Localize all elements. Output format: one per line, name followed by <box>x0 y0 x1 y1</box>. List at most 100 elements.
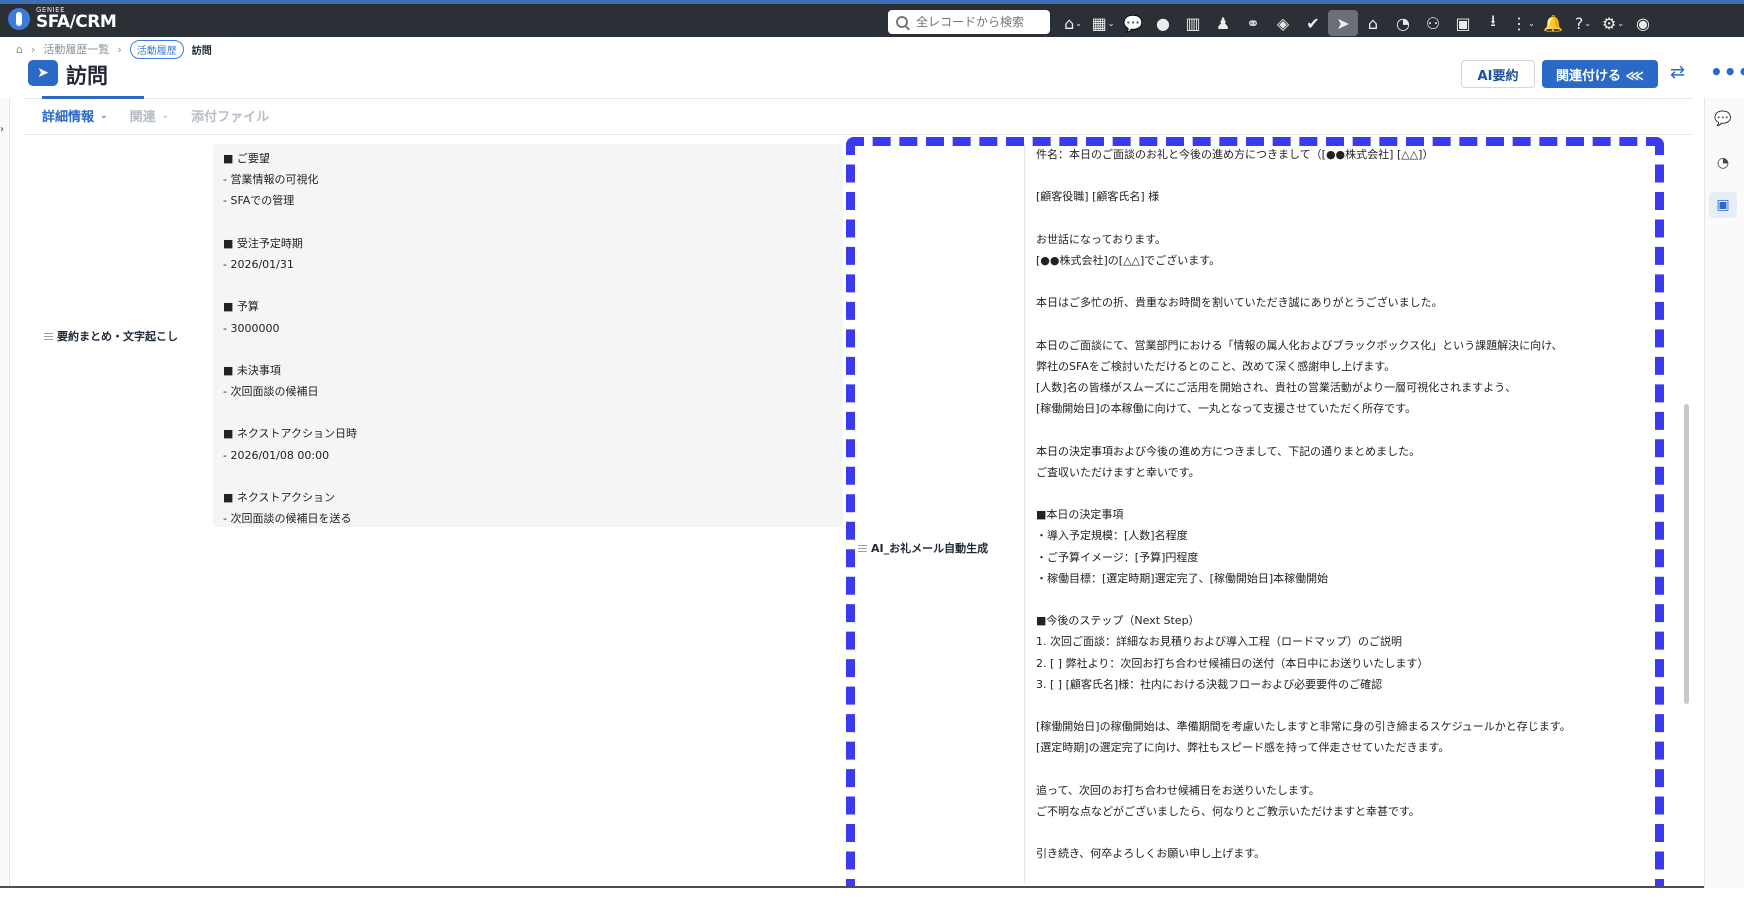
store-icon[interactable]: ⌂ <box>1358 10 1388 36</box>
record-tabs: 詳細情報 ⌄ 関連 ⌄ 添付ファイル <box>42 106 269 125</box>
mail-line <box>1036 483 1646 504</box>
breadcrumb-chip[interactable]: 活動履歴 <box>129 39 184 59</box>
mail-line: 弊社のSFAをご検討いただけるとのこと、改めて深く感謝申し上げます。 <box>1036 359 1396 373</box>
more-horizontal-icon[interactable]: ••• <box>1710 60 1744 84</box>
drag-handle-icon[interactable] <box>44 332 53 340</box>
swap-icon[interactable]: ⇄ <box>1670 62 1685 83</box>
summary-line <box>223 275 833 296</box>
mail-line <box>1036 589 1646 610</box>
summary-line: - 2026/01/08 00:00 <box>223 448 330 462</box>
chart-icon[interactable]: ◔ <box>1388 10 1418 36</box>
breadcrumb-home-icon[interactable]: ⌂ <box>16 43 23 56</box>
bell-icon[interactable]: 🔔 <box>1538 10 1568 36</box>
tab-label: 詳細情報 <box>42 110 95 125</box>
activity-chart-icon[interactable]: ◔ <box>1709 150 1737 176</box>
chat-icon[interactable]: 💬 <box>1118 10 1148 36</box>
summary-label-text: 要約まとめ・文字起こし <box>57 330 178 343</box>
summary-line <box>223 212 833 233</box>
mail-line: 引き続き、何卒よろしくお願い申し上げます。 <box>1036 847 1266 861</box>
check-icon[interactable]: ✔ <box>1298 10 1328 36</box>
app-logo[interactable]: GENIEE SFA/CRM <box>8 7 117 32</box>
visit-record-icon: ➤ <box>28 60 58 86</box>
group-icon[interactable]: ⚇ <box>1418 10 1448 36</box>
chevron-down-icon: ⌄ <box>161 110 170 121</box>
box-icon[interactable]: ◈ <box>1268 10 1298 36</box>
person-icon[interactable]: ♟ <box>1208 10 1238 36</box>
mail-line: ■本日の決定事項 <box>1036 508 1124 522</box>
sidebar-expand-icon[interactable]: › <box>0 124 4 135</box>
comment-icon[interactable]: 💬 <box>1709 106 1737 132</box>
more-vertical-icon[interactable]: ⋮ ⌄ <box>1508 10 1538 36</box>
summary-line: - 次回面談の候補日 <box>223 385 319 399</box>
mail-line <box>1036 822 1646 843</box>
mail-line <box>1036 208 1646 229</box>
summary-line: ■ 未決事項 <box>223 363 281 377</box>
chevron-right-icon: › <box>30 42 36 56</box>
download-icon[interactable]: ⭳ <box>1478 10 1508 36</box>
mail-line: 2. [ ] 弊社より：次回お打ち合わせ候補日の送付（本日中にお送りいたします） <box>1036 656 1429 670</box>
bottom-area <box>0 888 1744 901</box>
drag-handle-icon[interactable] <box>858 544 867 552</box>
settings-icon[interactable]: ⚙ ⌄ <box>1598 10 1628 36</box>
mail-line <box>1036 695 1646 716</box>
summary-field-label: 要約まとめ・文字起こし <box>44 328 178 344</box>
mail-line: ・ご予算イメージ：[予算]円程度 <box>1036 550 1199 564</box>
mail-line: [稼働開始日]の稼働開始は、準備期間を考慮いたしますと非常に身の引き締まるスケジ… <box>1036 720 1571 734</box>
mail-line: [顧客役職] [顧客氏名] 様 <box>1036 190 1160 204</box>
visit-icon[interactable]: ➤ <box>1328 10 1358 36</box>
mail-line: 本日はご多忙の折、貴重なお時間を割いていただき誠にありがとうございました。 <box>1036 296 1443 310</box>
cube-icon[interactable]: ▣ <box>1448 10 1478 36</box>
mail-line: [稼働開始日]の本稼働に向けて、一丸となって支援させていただく所存です。 <box>1036 402 1417 416</box>
mail-line <box>1036 314 1646 335</box>
mail-line <box>1036 758 1646 779</box>
top-icon-toolbar: ⌂ ⌄ ▦ ⌄ 💬 ● ▥ ♟ ⚭ ◈ ✔ ➤ ⌂ ◔ ⚇ ▣ ⭳ ⋮ ⌄ 🔔 ? ⌄ … <box>1058 10 1658 36</box>
mail-line: ■今後のステップ（Next Step） <box>1036 614 1200 628</box>
handshake-icon[interactable]: ⚭ <box>1238 10 1268 36</box>
chevron-down-icon: ⌄ <box>100 110 108 121</box>
field-column-divider <box>1024 144 1025 884</box>
mail-line: ご不明な点などがございましたら、何なりとご教示いただけますと幸甚です。 <box>1036 804 1420 818</box>
mail-line: 件名：本日のご面談のお礼と今後の進め方につきまして（[●●株式会社] [△△]） <box>1036 148 1434 161</box>
link-button[interactable]: 関連付ける ⋘ <box>1542 60 1658 88</box>
mail-line <box>1036 271 1646 292</box>
mail-line: ・稼働目標：[選定時期]選定完了、[稼働開始日]本稼働開始 <box>1036 571 1329 585</box>
mail-line: 本日のご面談にて、営業部門における「情報の属人化およびブラックボックス化」という… <box>1036 338 1563 352</box>
tab-attachments[interactable]: 添付ファイル <box>191 106 269 125</box>
building-icon[interactable]: ▥ <box>1178 10 1208 36</box>
mail-line: [選定時期]の選定完了に向け、弊社もスピード感を持って伴走させていただきます。 <box>1036 741 1450 755</box>
summary-line: - 次回面談の候補日を送る <box>223 512 352 526</box>
search-input[interactable] <box>916 15 1046 29</box>
help-icon[interactable]: ? ⌄ <box>1568 10 1598 36</box>
mail-line: 3. [ ] [顧客氏名]様：社内における決裁フローおよび必要要件のご確認 <box>1036 677 1383 691</box>
mail-line: ・導入予定規模：[人数]名程度 <box>1036 529 1188 543</box>
tab-label: 添付ファイル <box>191 110 270 125</box>
mail-label-text: AI_お礼メール自動生成 <box>871 542 989 555</box>
mail-line <box>1036 165 1646 186</box>
top-navigation-bar: GENIEE SFA/CRM ⌂⌄ ▦⌄ 💬 ● ▥ ♟ ⚭ ◈ ✔ ➤ ⌂ ◔… <box>0 0 1744 37</box>
summary-field-value[interactable]: ■ ご要望 - 営業情報の可視化 - SFAでの管理 ■ 受注予定時期 - 2026/0… <box>213 144 843 527</box>
home-icon[interactable]: ⌂ ⌄ <box>1058 10 1088 36</box>
global-search[interactable] <box>888 10 1050 34</box>
share-icon: ⋘ <box>1625 68 1645 84</box>
summary-line <box>223 339 833 360</box>
ai-summary-button[interactable]: AI要約 <box>1461 60 1535 88</box>
avatar-icon[interactable]: ◉ <box>1628 10 1658 36</box>
summary-line: - 2026/01/31 <box>223 257 294 271</box>
chevron-right-icon: › <box>117 42 122 56</box>
tab-details[interactable]: 詳細情報 ⌄ <box>42 106 108 125</box>
logo-brand-text: SFA/CRM <box>36 12 117 32</box>
summary-line: ■ 受注予定時期 <box>223 236 303 250</box>
summary-line: ■ 予算 <box>223 300 259 314</box>
apps-icon[interactable]: ▦ ⌄ <box>1088 10 1118 36</box>
breadcrumb-parent-link[interactable]: 活動履歴一覧 <box>43 41 109 57</box>
contact-card-icon[interactable]: ▣ <box>1709 192 1737 218</box>
scrollbar-thumb[interactable] <box>1684 404 1689 704</box>
drop-icon[interactable]: ● <box>1148 10 1178 36</box>
mail-line: [人数]名の皆様がスムーズにご活用を開始され、貴社の営業活動がより一層可視化され… <box>1036 381 1517 395</box>
mail-field-value[interactable]: 件名：本日のご面談のお礼と今後の進め方につきまして（[●●株式会社] [△△]）… <box>1036 144 1646 864</box>
tab-related[interactable]: 関連 ⌄ <box>130 106 170 125</box>
link-button-label: 関連付ける <box>1555 68 1621 84</box>
mail-line: 本日の決定事項および今後の進め方につきまして、下記の通りまとめました。 <box>1036 444 1421 458</box>
logo-icon <box>8 8 30 30</box>
search-icon <box>896 16 908 28</box>
